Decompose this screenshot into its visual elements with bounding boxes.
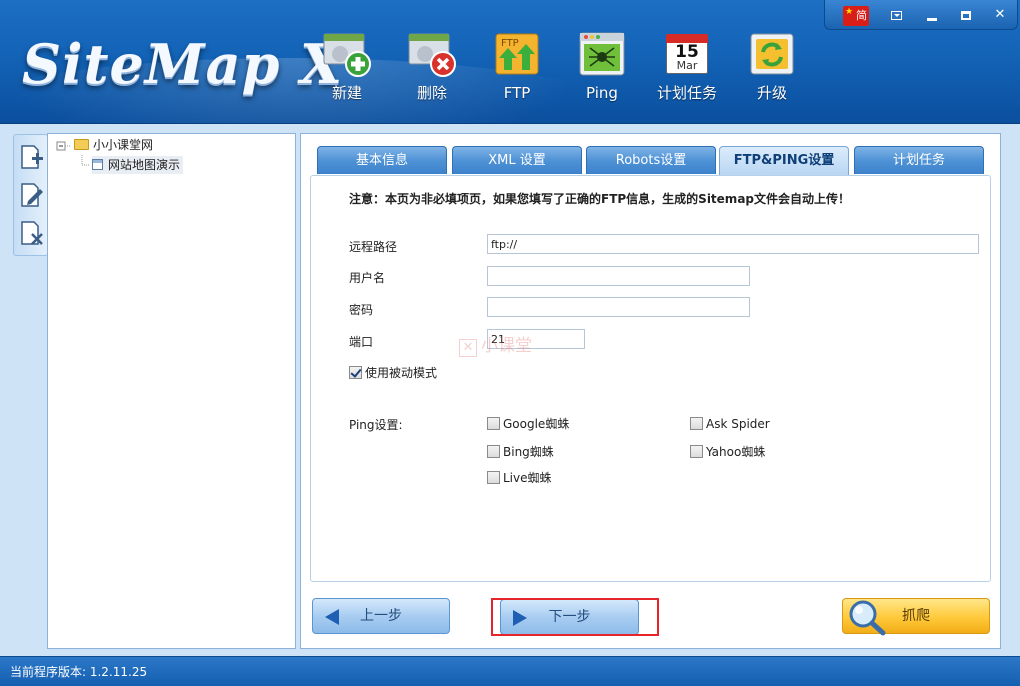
watermark: ✕ 小课堂	[459, 331, 532, 357]
new-site-label: 新建	[331, 84, 362, 102]
calendar-month: Mar	[676, 59, 698, 72]
app-logo: SiteMap X	[22, 32, 344, 96]
ftp-icon-text: FTP	[501, 38, 519, 49]
password-input[interactable]	[487, 297, 750, 317]
bing-spider-check	[487, 445, 500, 458]
crawl-button[interactable]: 抓爬	[842, 598, 990, 636]
refresh-icon	[747, 30, 797, 78]
ask-spider-check	[690, 417, 703, 430]
app-header: SiteMap X 新建 删除 FTP FTP Ping 15 Mar 计划任务…	[0, 0, 1020, 124]
minimize-button[interactable]	[917, 4, 947, 26]
language-label: 简	[856, 9, 867, 22]
google-spider-label: Google蜘蛛	[503, 417, 570, 431]
status-bar: 当前程序版本: 1.2.11.25	[0, 656, 1020, 686]
settings-panel: 基本信息 XML 设置 Robots设置 FTP&PING设置 计划任务 注意：…	[300, 133, 1001, 649]
upgrade-label: 升级	[756, 84, 787, 102]
port-label: 端口	[349, 335, 374, 349]
delete-page-icon	[21, 221, 43, 245]
edit-page-button[interactable]	[19, 181, 45, 209]
bing-spider-checkbox[interactable]: Bing蜘蛛	[487, 444, 554, 460]
maximize-button[interactable]	[951, 4, 981, 26]
google-spider-checkbox[interactable]: Google蜘蛛	[487, 416, 569, 432]
crawl-label: 抓爬	[902, 608, 930, 624]
ping-spider-icon	[577, 30, 627, 78]
google-spider-check	[487, 417, 500, 430]
schedule-label: 计划任务	[656, 84, 717, 102]
username-input[interactable]	[487, 266, 750, 286]
version-text: 当前程序版本: 1.2.11.25	[10, 665, 148, 679]
close-button[interactable]: ✕	[985, 4, 1015, 26]
delete-page-button[interactable]	[19, 219, 45, 247]
dropdown-icon	[890, 11, 902, 20]
delete-site-label: 删除	[416, 84, 447, 102]
ping-label: Ping	[586, 84, 618, 102]
new-site-button[interactable]: 新建	[312, 30, 382, 110]
password-label: 密码	[349, 303, 374, 317]
prev-step-label: 上一步	[360, 608, 402, 624]
tab-xml-settings[interactable]: XML 设置	[452, 146, 582, 174]
add-page-button[interactable]	[19, 143, 45, 171]
highlight-annotation	[491, 598, 659, 636]
calendar-icon: 15 Mar	[662, 30, 712, 78]
yahoo-spider-check	[690, 445, 703, 458]
passive-mode-label: 使用被动模式	[365, 366, 438, 380]
ftp-button[interactable]: FTP FTP	[482, 30, 552, 110]
tree-node-root[interactable]: 小小课堂网	[74, 136, 153, 154]
tab-robots-settings[interactable]: Robots设置	[586, 146, 716, 174]
china-flag-icon: ★	[845, 7, 854, 17]
add-page-icon	[21, 145, 43, 169]
bing-spider-label: Bing蜘蛛	[503, 445, 554, 459]
magnifier-icon	[849, 600, 886, 636]
remote-path-input[interactable]	[487, 234, 979, 254]
username-label: 用户名	[349, 271, 386, 285]
delete-site-button[interactable]: 删除	[397, 30, 467, 110]
prev-step-button[interactable]: 上一步	[312, 598, 450, 634]
arrow-left-icon	[325, 609, 339, 625]
schedule-button[interactable]: 15 Mar 计划任务	[652, 30, 722, 110]
passive-mode-checkbox[interactable]: 使用被动模式	[349, 365, 437, 381]
folder-open-icon	[74, 139, 89, 150]
delete-site-icon	[407, 30, 457, 78]
minimize-icon	[927, 18, 937, 21]
tree-node-child[interactable]: 网站地图演示	[92, 156, 184, 174]
watermark-text: 小课堂	[481, 336, 532, 356]
language-switch-button[interactable]: ★ 简	[843, 6, 869, 26]
remote-path-label: 远程路径	[349, 240, 398, 254]
side-toolbar	[13, 134, 48, 256]
page-icon	[92, 159, 103, 170]
form-notice: 注意：本页为非必填项页，如果您填写了正确的FTP信息，生成的Sitemap文件会…	[349, 192, 851, 206]
live-spider-label: Live蜘蛛	[503, 471, 552, 485]
tab-basic-info[interactable]: 基本信息	[317, 146, 447, 174]
site-tree: 小小课堂网 网站地图演示	[47, 133, 296, 649]
upgrade-button[interactable]: 升级	[737, 30, 807, 110]
window-controls: ★ 简 ✕	[824, 0, 1018, 30]
yahoo-spider-label: Yahoo蜘蛛	[706, 445, 766, 459]
live-spider-checkbox[interactable]: Live蜘蛛	[487, 470, 552, 486]
ask-spider-checkbox[interactable]: Ask Spider	[690, 416, 770, 432]
yahoo-spider-checkbox[interactable]: Yahoo蜘蛛	[690, 444, 765, 460]
add-site-icon	[322, 30, 372, 78]
ftp-label: FTP	[503, 84, 531, 102]
ask-spider-label: Ask Spider	[706, 417, 770, 431]
maximize-icon	[961, 11, 971, 20]
passive-mode-check	[349, 366, 362, 379]
tab-ftp-ping-settings[interactable]: FTP&PING设置	[719, 146, 849, 176]
live-spider-check	[487, 471, 500, 484]
dropdown-button[interactable]	[881, 4, 911, 26]
tree-root-label: 小小课堂网	[93, 138, 154, 152]
ftp-ping-form: 注意：本页为非必填项页，如果您填写了正确的FTP信息，生成的Sitemap文件会…	[310, 175, 991, 582]
ftp-upload-icon: FTP	[492, 30, 542, 78]
ping-settings-label: Ping设置:	[349, 418, 403, 432]
watermark-logo-icon: ✕	[459, 339, 477, 357]
tree-child-label: 网站地图演示	[108, 158, 181, 172]
tab-scheduled-tasks[interactable]: 计划任务	[854, 146, 984, 174]
ping-button[interactable]: Ping	[567, 30, 637, 110]
edit-page-icon	[21, 183, 43, 207]
close-icon: ✕	[994, 7, 1006, 22]
